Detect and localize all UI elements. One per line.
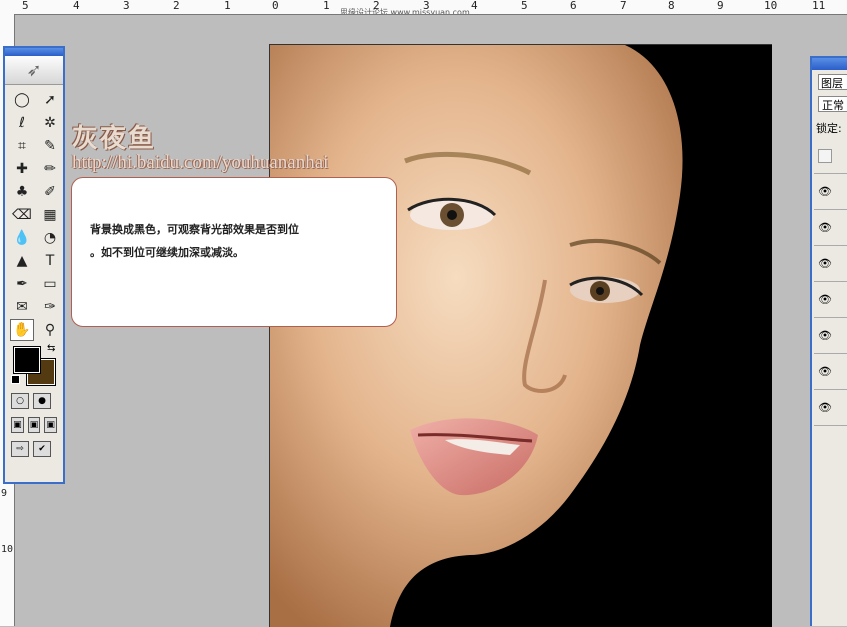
dodge-tool-icon[interactable]: ◔	[38, 227, 62, 249]
ruler-left-label: 10	[1, 544, 14, 555]
jump-to-imageready-button[interactable]: ⇨	[11, 441, 29, 457]
screen-mode-full-button[interactable]: ▣	[44, 417, 58, 433]
tools-panel: ➶ ◯ ➚ ℓ ✲ ⌗ ✎ ✚ ✏ ♣ ✐ ⌫ ▦ 💧 ◔ ▲ T ✒ ▭ ✉ ✑ ✋ ⚲ ⇆ ○ ● ▣ ▣ ▣ ⇨ ✔	[3, 46, 65, 484]
swap-colors-icon[interactable]: ⇆	[47, 343, 55, 354]
path-selection-tool-icon[interactable]: ▲	[10, 250, 34, 272]
screen-modes: ▣ ▣ ▣	[5, 413, 63, 437]
crop-tool-icon[interactable]: ⌗	[10, 135, 34, 157]
brand-title: 灰夜鱼	[72, 124, 157, 154]
marquee-tool-icon[interactable]: ◯	[10, 89, 34, 111]
callout-line-2: 。如不到位可继续加深或减淡。	[90, 246, 244, 259]
zoom-tool-icon[interactable]: ⚲	[38, 319, 62, 341]
ruler-top-label: 3	[123, 0, 130, 12]
visibility-eye-icon[interactable]: 👁	[818, 293, 832, 306]
ruler-top-label: 2	[173, 0, 180, 12]
ruler-top-label: 4	[73, 0, 80, 12]
visibility-eye-icon[interactable]: 👁	[818, 221, 832, 234]
foreground-color-swatch[interactable]	[13, 346, 41, 374]
brand-url: http://hi.baidu.com/youhuananhai	[72, 152, 329, 173]
portrait-image	[270, 45, 772, 627]
pen-tool-icon[interactable]: ✒	[10, 273, 34, 295]
quick-mask-modes: ○ ●	[5, 389, 63, 413]
ruler-top-label: 11	[812, 0, 826, 12]
layer-row[interactable]: 👁	[814, 210, 847, 246]
visibility-eye-icon[interactable]: 👁	[818, 185, 832, 198]
callout-text: 背景换成黑色，可观察背光部效果是否到位 。如不到位可继续加深或减淡。	[90, 218, 380, 264]
quick-mask-button[interactable]: ●	[33, 393, 51, 409]
layer-row[interactable]: 👁	[814, 354, 847, 390]
blend-mode-select[interactable]: 正常	[818, 96, 847, 112]
ruler-top-label: 1	[323, 0, 330, 12]
healing-brush-tool-icon[interactable]: ✚	[10, 158, 34, 180]
callout-box: 背景换成黑色，可观察背光部效果是否到位 。如不到位可继续加深或减淡。	[71, 177, 397, 327]
screen-mode-standard-button[interactable]: ▣	[11, 417, 24, 433]
layer-row[interactable]	[814, 138, 847, 174]
ruler-top-label: 5	[22, 0, 29, 12]
feather-logo-icon[interactable]: ➶	[5, 56, 63, 85]
default-colors-icon[interactable]	[11, 375, 20, 384]
lock-label: 锁定:	[816, 122, 842, 135]
layers-panel-titlebar[interactable]	[812, 58, 847, 70]
ruler-top-label: 0	[272, 0, 279, 12]
visibility-eye-icon[interactable]: 👁	[818, 329, 832, 342]
screen-mode-full-menu-button[interactable]: ▣	[27, 417, 41, 433]
tab-layers[interactable]: 图层	[818, 74, 847, 90]
slice-tool-icon[interactable]: ✎	[38, 135, 62, 157]
visibility-eye-icon[interactable]: 👁	[818, 257, 832, 270]
layer-row[interactable]: 👁	[814, 318, 847, 354]
layer-row[interactable]: 👁	[814, 246, 847, 282]
magic-wand-tool-icon[interactable]: ✲	[38, 112, 62, 134]
move-tool-icon[interactable]: ➚	[38, 89, 62, 111]
type-tool-icon[interactable]: T	[38, 250, 62, 272]
callout-line-1: 背景换成黑色，可观察背光部效果是否到位	[90, 223, 299, 236]
ruler-top-label: 8	[668, 0, 675, 12]
visibility-eye-icon[interactable]: 👁	[818, 365, 832, 378]
standard-mode-button[interactable]: ○	[11, 393, 29, 409]
ruler-top[interactable]: 5 4 3 2 1 0 1 2 3 4 5 6 7 8 9 10 11 思缘设计论坛 www.missyuan.…	[0, 0, 847, 15]
lasso-tool-icon[interactable]: ℓ	[10, 112, 34, 134]
ruler-top-label: 4	[471, 0, 478, 12]
notes-tool-icon[interactable]: ✉	[10, 296, 34, 318]
shape-tool-icon[interactable]: ▭	[38, 273, 62, 295]
clone-stamp-tool-icon[interactable]: ♣	[10, 181, 34, 203]
color-swatches: ⇆	[9, 343, 63, 389]
jump-buttons: ⇨ ✔	[5, 437, 63, 461]
hand-tool-icon[interactable]: ✋	[10, 319, 34, 341]
eyedropper-tool-icon[interactable]: ✑	[38, 296, 62, 318]
brush-tool-icon[interactable]: ✏	[38, 158, 62, 180]
gradient-tool-icon[interactable]: ▦	[38, 204, 62, 226]
tool-grid: ◯ ➚ ℓ ✲ ⌗ ✎ ✚ ✏ ♣ ✐ ⌫ ▦ 💧 ◔ ▲ T ✒ ▭ ✉ ✑ ✋ ⚲	[5, 85, 63, 341]
layer-row[interactable]: 👁	[814, 390, 847, 426]
blur-tool-icon[interactable]: 💧	[10, 227, 34, 249]
history-brush-tool-icon[interactable]: ✐	[38, 181, 62, 203]
tools-panel-titlebar[interactable]	[5, 48, 63, 56]
ruler-top-label: 1	[224, 0, 231, 12]
ruler-top-label: 7	[620, 0, 627, 12]
edit-in-imageready-button[interactable]: ✔	[33, 441, 51, 457]
layer-row[interactable]: 👁	[814, 282, 847, 318]
layer-row[interactable]: 👁	[814, 174, 847, 210]
layers-panel: 图层 正常 锁定: 👁 👁 👁 👁 👁 👁 👁	[810, 56, 847, 626]
ruler-top-label: 10	[764, 0, 778, 12]
site-watermark: 思缘设计论坛 www.missyuan.com	[340, 8, 470, 15]
ruler-top-label: 6	[570, 0, 577, 12]
visibility-toggle[interactable]	[818, 148, 832, 163]
ruler-left-label: 9	[1, 488, 8, 499]
ruler-top-label: 9	[717, 0, 724, 12]
ruler-top-label: 5	[521, 0, 528, 12]
layer-list: 👁 👁 👁 👁 👁 👁 👁	[814, 138, 847, 426]
visibility-eye-icon[interactable]: 👁	[818, 401, 832, 414]
eraser-tool-icon[interactable]: ⌫	[10, 204, 34, 226]
document-canvas[interactable]	[269, 44, 772, 627]
